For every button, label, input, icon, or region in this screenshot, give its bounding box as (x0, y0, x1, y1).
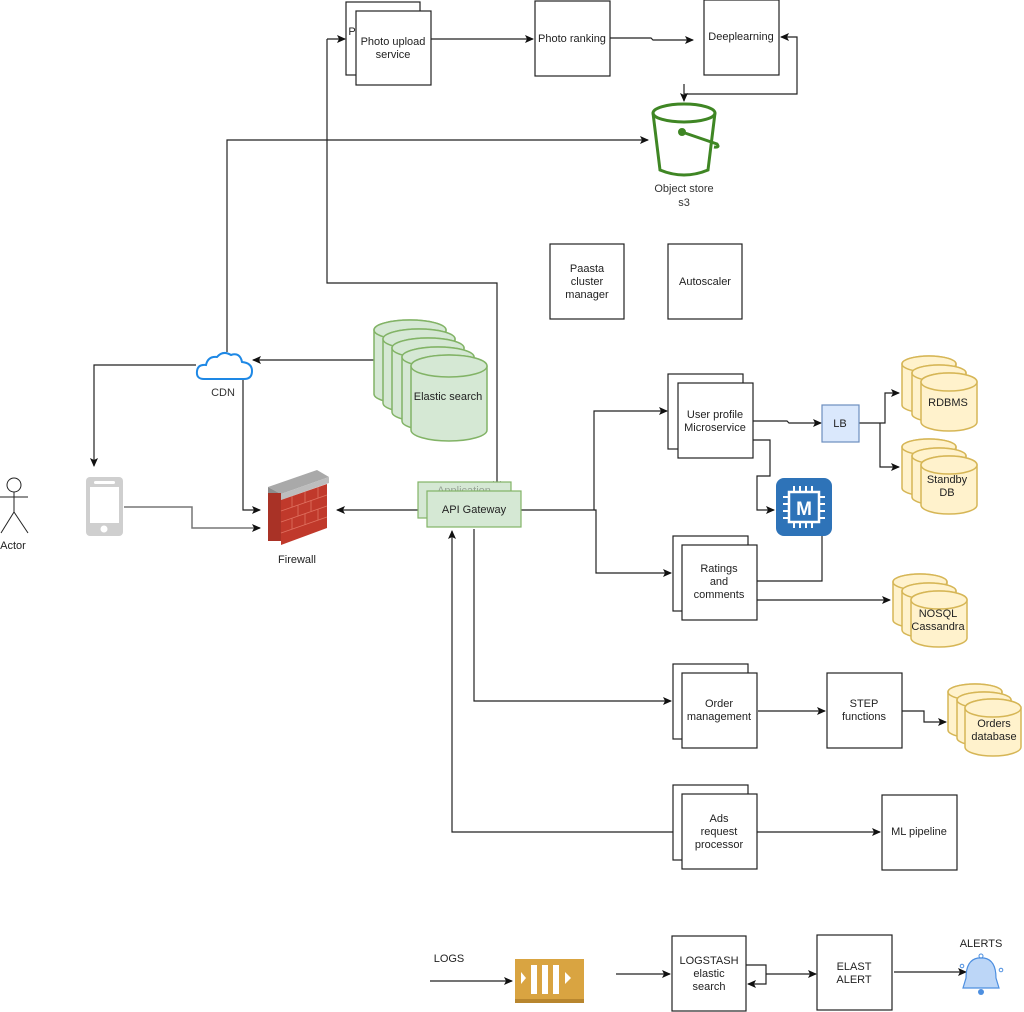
edge-gateway-to-user-profile (521, 407, 668, 511)
ratings-label-2: and (710, 576, 728, 588)
memcache[interactable]: M (776, 478, 832, 536)
edge-ranking-to-deeplearning (610, 36, 694, 44)
edge-cdn-to-firewall (242, 380, 261, 514)
logstash-label-2: elastic (693, 968, 725, 980)
photo-upload-label-1: Photo upload (361, 36, 426, 48)
ml-pipeline-label: ML pipeline (891, 826, 947, 838)
nosql-label-2: Cassandra (911, 621, 965, 633)
cylinder-stack (901, 355, 978, 432)
logstash-label-3: search (692, 981, 725, 993)
firewall-label: Firewall (278, 554, 316, 566)
edge-lb-to-rdbms (858, 389, 900, 424)
elast-alert[interactable]: ELAST ALERT (816, 934, 893, 1011)
brick-wall-icon (268, 470, 329, 545)
mobile-device[interactable] (86, 477, 123, 536)
photo-upload-label-2: service (376, 49, 411, 61)
cdn[interactable]: CDN (195, 351, 254, 399)
elast-alert-label-1: ELAST (837, 961, 872, 973)
paasta-cluster-manager[interactable]: Paasta cluster manager (549, 243, 625, 320)
elastic-search[interactable]: Elastic search (373, 319, 488, 442)
object-store-label-2: s3 (678, 197, 690, 209)
standby-db-label-2: DB (939, 487, 954, 499)
edges (90, 33, 967, 988)
s3-bucket-icon (651, 102, 720, 177)
nosql-cassandra[interactable]: NOSQL Cassandra (892, 573, 968, 648)
deeplearning-label: Deeplearning (708, 31, 773, 43)
object-store[interactable]: Object store s3 (651, 102, 720, 209)
edge-user-profile-to-lb (752, 419, 822, 427)
user-profile-label-2: Microservice (684, 422, 746, 434)
ads-label-3: processor (695, 839, 744, 851)
photo-upload-back-hint: P (348, 26, 355, 38)
paasta-label-2: cluster (571, 276, 604, 288)
step-label-2: functions (842, 711, 887, 723)
order-management[interactable]: Order management (672, 663, 758, 749)
edge-logstash-self-loop (746, 964, 767, 988)
cylinder-stack (373, 319, 488, 442)
ads-label-1: Ads (710, 813, 729, 825)
edge-step-to-orders-db (902, 710, 947, 726)
api-gateway-label: API Gateway (442, 504, 507, 516)
rdbms-label: RDBMS (928, 397, 968, 409)
orders-database[interactable]: Orders database (947, 683, 1022, 757)
bell-icon (959, 953, 1004, 995)
edge-user-profile-to-memcache (752, 439, 775, 514)
paasta-label-3: manager (565, 289, 609, 301)
alerts[interactable]: ALERTS (959, 938, 1004, 995)
elast-alert-label-2: ALERT (836, 974, 872, 986)
standby-db-label-1: Standby (927, 474, 968, 486)
object-store-label-1: Object store (654, 183, 713, 195)
cdn-label: CDN (211, 387, 235, 399)
autoscaler-label: Autoscaler (679, 276, 731, 288)
paasta-label-1: Paasta (570, 263, 605, 275)
actor[interactable]: Actor (0, 477, 29, 552)
architecture-diagram: P Photo upload service Photo ranking Dee… (0, 0, 1022, 1012)
logs-label: LOGS (434, 953, 465, 965)
step-label-1: STEP (850, 698, 879, 710)
ratings-label-1: Ratings (700, 563, 738, 575)
standby-db[interactable]: Standby DB (901, 438, 978, 515)
autoscaler[interactable]: Autoscaler (667, 243, 743, 320)
photo-ranking[interactable]: Photo ranking (534, 0, 611, 77)
step-functions[interactable]: STEP functions (826, 672, 903, 749)
edge-cdn-to-mobile (90, 364, 196, 467)
edge-lb-to-standby (879, 423, 900, 471)
rdbms[interactable]: RDBMS (901, 355, 978, 432)
edge-mobile-to-firewall (124, 506, 261, 532)
message-queue[interactable] (515, 959, 584, 1003)
ads-label-2: request (701, 826, 738, 838)
orders-db-label-1: Orders (977, 718, 1011, 730)
ratings-label-3: comments (694, 589, 745, 601)
ratings-and-comments[interactable]: Ratings and comments (672, 535, 758, 621)
order-mgmt-label-1: Order (705, 698, 733, 710)
ads-request-processor[interactable]: Ads request processor (672, 784, 758, 870)
photo-ranking-label: Photo ranking (538, 33, 606, 45)
elastic-search-label: Elastic search (414, 391, 482, 403)
order-mgmt-label-2: management (687, 711, 751, 723)
nosql-label-1: NOSQL (919, 608, 958, 620)
stick-figure-icon (0, 477, 29, 534)
edge-memcache-to-ratings (757, 536, 823, 582)
memcache-label: M (796, 499, 812, 520)
firewall[interactable]: Firewall (268, 470, 329, 566)
edge-ads-to-gateway (448, 530, 681, 833)
ml-pipeline[interactable]: ML pipeline (881, 794, 958, 871)
lb-label: LB (833, 418, 846, 430)
logstash-elastic-search[interactable]: LOGSTASH elastic search (671, 935, 747, 1012)
queue-icon (515, 959, 584, 1003)
logstash-label-1: LOGSTASH (679, 955, 738, 967)
alerts-label: ALERTS (960, 938, 1003, 950)
photo-upload-service[interactable]: P Photo upload service (345, 1, 432, 86)
deeplearning[interactable]: Deeplearning (703, 0, 780, 76)
edge-gateway-to-orders (473, 529, 672, 705)
actor-label: Actor (0, 540, 26, 552)
user-profile-label-1: User profile (687, 409, 743, 421)
cloud-icon (195, 351, 254, 380)
api-gateway[interactable]: Application API Gateway (417, 481, 522, 528)
load-balancer[interactable]: LB (821, 404, 860, 443)
user-profile-microservice[interactable]: User profile Microservice (667, 373, 754, 459)
edge-gateway-to-ratings (594, 509, 672, 577)
orders-db-label-2: database (971, 731, 1016, 743)
